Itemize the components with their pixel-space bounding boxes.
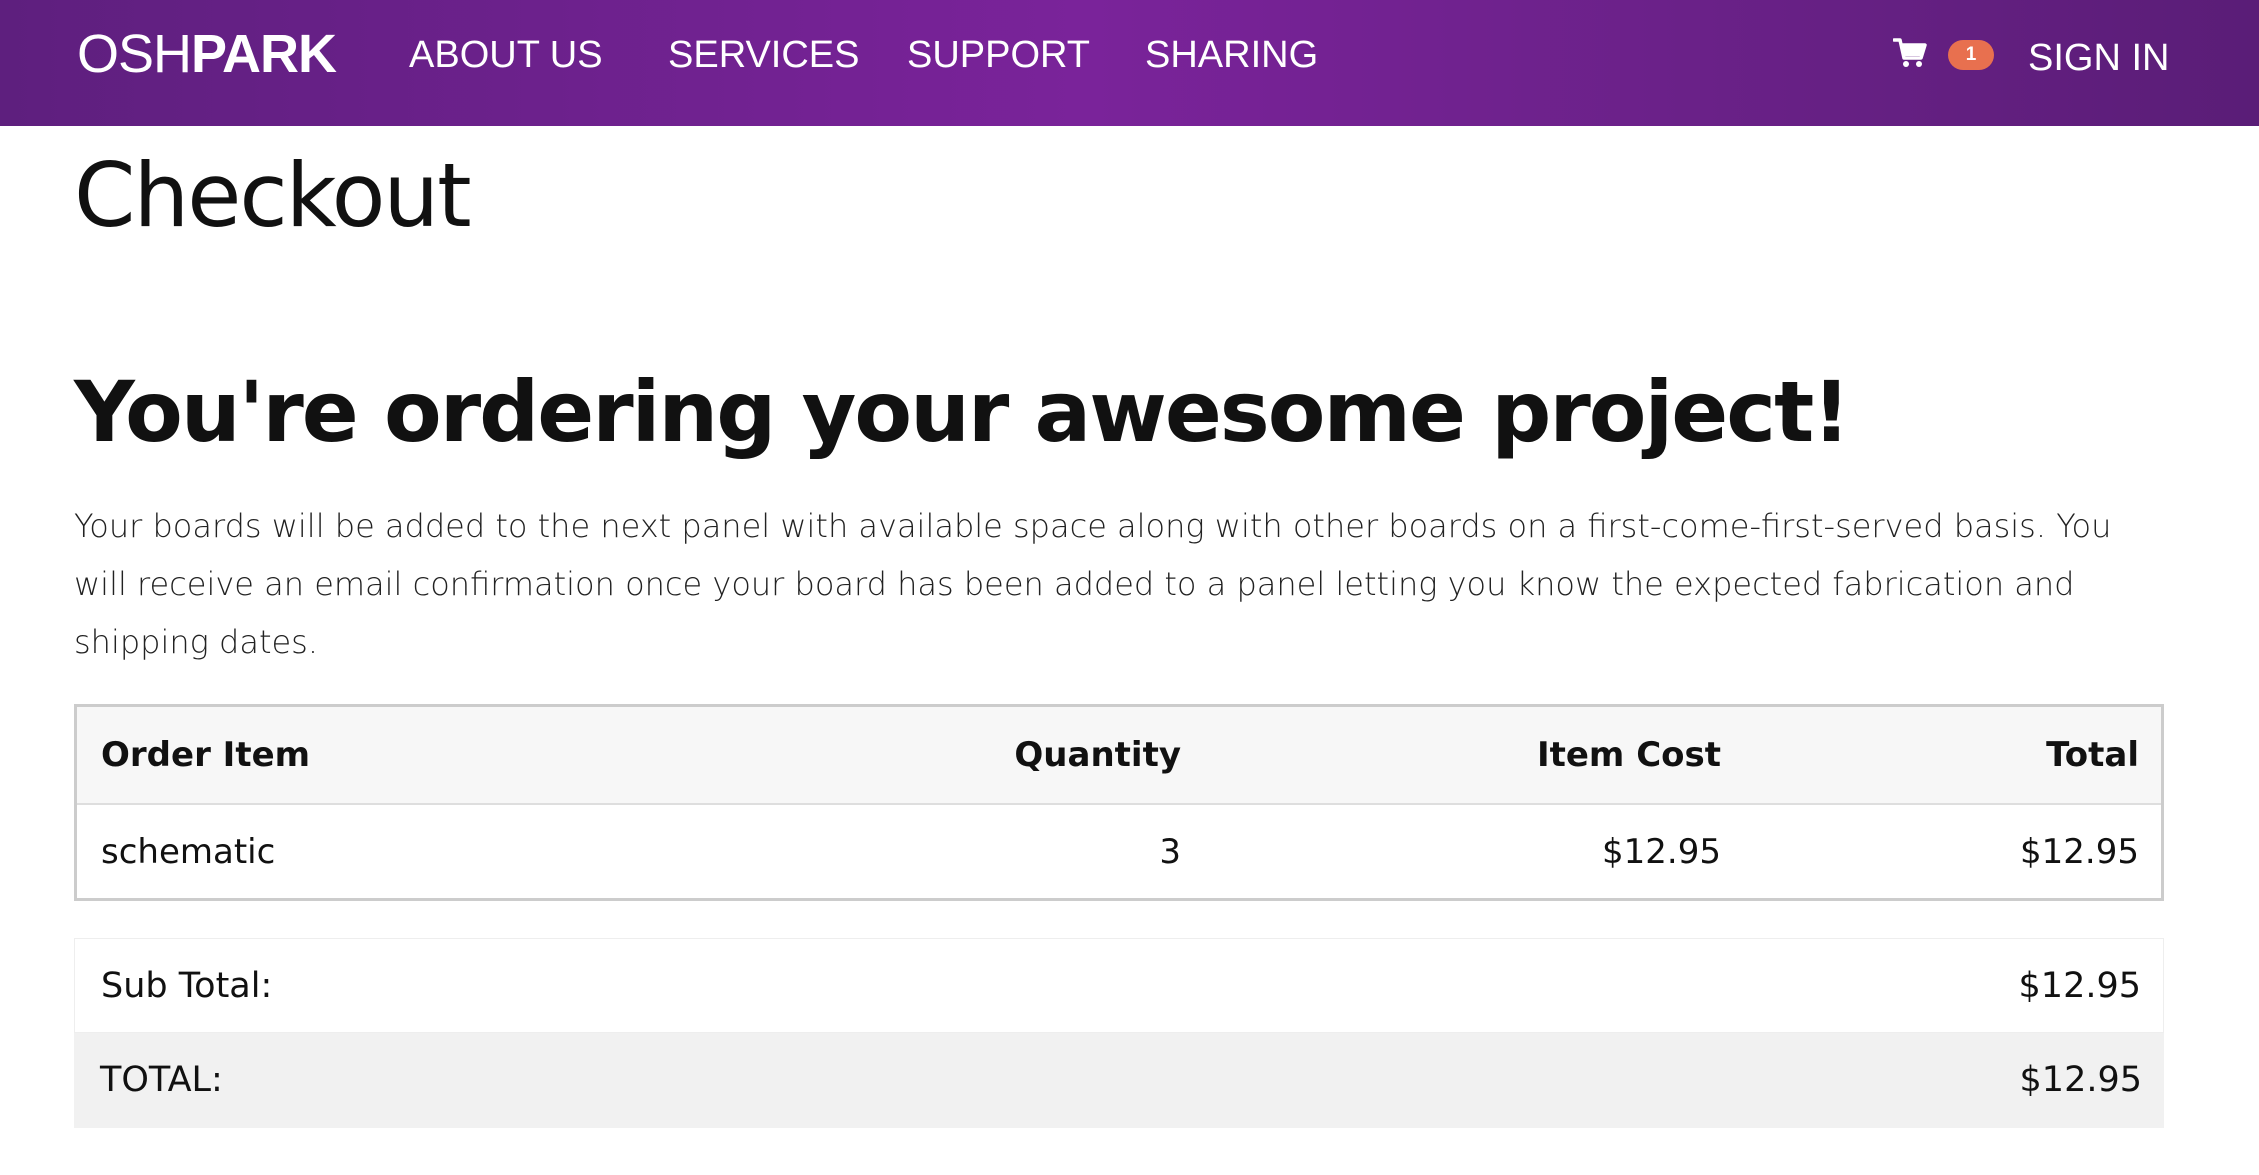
order-item-name: schematic <box>101 831 276 872</box>
subtotal-value: $12.95 <box>2018 966 2141 1006</box>
grand-total-row: TOTAL: $12.95 <box>74 1033 2164 1128</box>
cart-count-badge: 1 <box>1948 40 1994 70</box>
subtotal-label: Sub Total: <box>101 966 273 1006</box>
column-header-total: Total <box>2046 735 2139 775</box>
order-item-cost: $12.95 <box>1602 831 1721 872</box>
order-intro-text: Your boards will be added to the next pa… <box>74 507 2112 661</box>
sign-in-link[interactable]: SIGN IN <box>2028 33 2169 83</box>
column-header-quantity: Quantity <box>1014 735 1181 775</box>
nav-support[interactable]: SUPPORT <box>907 30 1090 80</box>
logo-text-light: OSH <box>77 24 192 84</box>
cart-button[interactable]: 1 <box>1893 36 1994 76</box>
column-header-item-cost: Item Cost <box>1536 735 1721 775</box>
shopping-cart-icon <box>1893 38 1927 67</box>
logo-text-bold: PARK <box>191 24 337 84</box>
order-totals: Sub Total: $12.95 TOTAL: $12.95 <box>74 938 2164 1128</box>
order-item-quantity: 3 <box>1159 831 1181 872</box>
nav-about-us[interactable]: ABOUT US <box>409 30 603 80</box>
table-header-row: Order Item Quantity Item Cost Total <box>77 707 2161 805</box>
nav-sharing[interactable]: SHARING <box>1145 30 1318 80</box>
grand-total-value: $12.95 <box>2019 1060 2142 1100</box>
oshpark-logo[interactable]: OSHPARK <box>77 22 337 86</box>
nav-services[interactable]: SERVICES <box>668 30 859 80</box>
page-title: Checkout <box>74 144 472 247</box>
order-headline: You're ordering your awesome project! <box>74 363 1851 461</box>
column-header-order-item: Order Item <box>101 735 311 775</box>
order-items-table: Order Item Quantity Item Cost Total sche… <box>74 704 2164 901</box>
table-row: schematic 3 $12.95 $12.95 <box>77 805 2161 898</box>
top-navigation-bar: OSHPARK ABOUT US SERVICES SUPPORT SHARIN… <box>0 0 2259 126</box>
grand-total-label: TOTAL: <box>100 1060 223 1100</box>
order-item-total: $12.95 <box>2020 831 2139 872</box>
subtotal-row: Sub Total: $12.95 <box>74 938 2164 1033</box>
